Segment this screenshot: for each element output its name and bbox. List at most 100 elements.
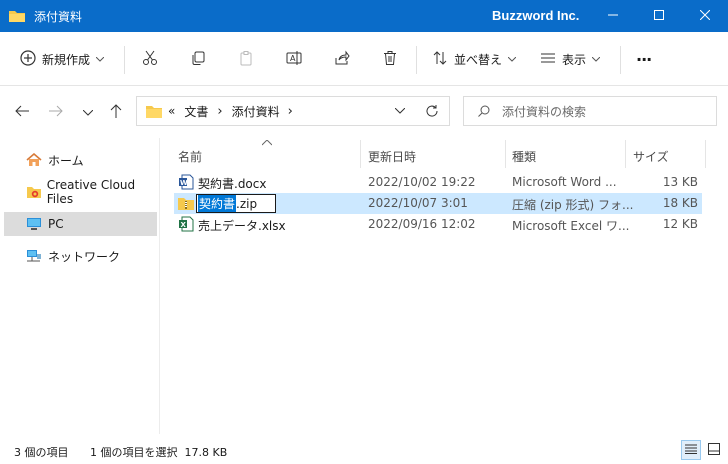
sidebar-item-creative-cloud[interactable]: Creative Cloud Files [4, 178, 157, 206]
minimize-button[interactable] [590, 0, 636, 32]
column-header-type[interactable]: 種類 [512, 142, 536, 170]
column-divider[interactable] [625, 140, 626, 168]
maximize-button[interactable] [636, 0, 682, 32]
toolbar-divider [416, 46, 417, 74]
sidebar-item-network[interactable]: ネットワーク [4, 244, 157, 268]
copy-button[interactable] [190, 44, 206, 74]
file-name: 契約書.docx [198, 177, 267, 191]
rename-extension-text: .zip [236, 196, 258, 211]
maximize-icon [654, 9, 664, 23]
file-size: 13 KB [662, 175, 698, 189]
file-type: 圧縮 (zip 形式) フォ... [512, 198, 634, 212]
home-icon [26, 152, 44, 168]
view-label: 表示 [562, 52, 587, 67]
column-label: 名前 [178, 149, 203, 164]
sort-button[interactable]: 並べ替え [432, 44, 518, 74]
search-input[interactable]: 添付資料の検索 [502, 103, 586, 120]
arrow-left-icon [15, 105, 29, 120]
details-view-button[interactable] [681, 440, 701, 460]
title-bar: 添付資料 Buzzword Inc. [0, 0, 728, 32]
sidebar-item-label: Creative Cloud Files [46, 178, 136, 206]
sort-indicator-icon [262, 140, 272, 146]
view-button[interactable]: 表示 [540, 44, 602, 74]
more-button[interactable]: ··· [636, 44, 652, 74]
word-file-icon: W [178, 174, 194, 190]
svg-text:X: X [181, 221, 187, 229]
new-button[interactable]: 新規作成 [20, 44, 106, 74]
recent-locations-button[interactable] [76, 100, 100, 124]
refresh-button[interactable] [425, 104, 439, 118]
zip-folder-icon [178, 195, 194, 211]
arrow-right-icon [49, 105, 63, 120]
plus-circle-icon [20, 49, 36, 69]
rename-icon: A [286, 50, 302, 69]
excel-file-icon: X [178, 216, 194, 232]
delete-button[interactable] [382, 44, 398, 74]
breadcrumb-overflow[interactable]: « [168, 104, 175, 118]
command-bar: 新規作成 A 並べ替え 表示 ··· [0, 32, 728, 86]
sidebar-item-pc[interactable]: PC [4, 212, 157, 236]
search-box[interactable]: 添付資料の検索 [463, 96, 717, 126]
paste-icon [238, 50, 254, 69]
file-modified: 2022/10/07 3:01 [368, 196, 468, 210]
address-bar[interactable]: « 文書 › 添付資料 › [136, 96, 450, 126]
chevron-down-icon [592, 54, 602, 64]
view-lines-icon [540, 50, 556, 69]
breadcrumb-item[interactable]: 文書 [184, 103, 208, 120]
column-header-size[interactable]: サイズ [633, 142, 669, 170]
column-divider[interactable] [505, 140, 506, 168]
chevron-down-icon [82, 105, 94, 119]
large-icons-view-icon [708, 442, 720, 458]
column-header-modified[interactable]: 更新日時 [368, 142, 416, 170]
share-button[interactable] [334, 44, 350, 74]
file-name: 売上データ.xlsx [198, 219, 286, 233]
sidebar-item-label: PC [48, 217, 64, 231]
network-icon [26, 248, 44, 264]
file-list: 名前 更新日時 種類 サイズ W 契約書.docx 2022/10/02 19:… [160, 138, 728, 434]
close-icon [699, 9, 711, 23]
brand-label: Buzzword Inc. [492, 8, 580, 23]
new-label: 新規作成 [42, 52, 91, 67]
status-bar: 3 個の項目 1 個の項目を選択 17.8 KB [0, 434, 728, 464]
table-row[interactable]: 契約書 .zip 2022/10/07 3:01 圧縮 (zip 形式) フォ..… [174, 193, 702, 214]
close-button[interactable] [682, 0, 728, 32]
large-icons-view-button[interactable] [704, 440, 724, 460]
sort-arrows-icon [432, 50, 448, 69]
toolbar-divider [620, 46, 621, 74]
up-button[interactable] [104, 100, 128, 124]
rename-selected-text: 契約書 [198, 195, 237, 212]
file-modified: 2022/09/16 12:02 [368, 217, 476, 231]
column-header-name[interactable]: 名前 [178, 142, 202, 170]
breadcrumb-item[interactable]: 添付資料 [232, 103, 280, 120]
breadcrumb-separator[interactable]: › [288, 104, 293, 119]
file-size: 12 KB [662, 217, 698, 231]
folder-icon [146, 105, 162, 118]
table-row[interactable]: W 契約書.docx 2022/10/02 19:22 Microsoft Wo… [174, 172, 702, 193]
sidebar-item-home[interactable]: ホーム [4, 148, 157, 172]
column-divider[interactable] [360, 140, 361, 168]
minimize-icon [608, 9, 618, 23]
chevron-down-icon [508, 54, 518, 64]
navigation-pane: ホーム Creative Cloud Files PC ネットワーク [0, 138, 160, 434]
column-label: 種類 [512, 149, 537, 164]
pc-icon [26, 216, 44, 232]
sidebar-item-label: ネットワーク [48, 249, 121, 264]
search-icon [478, 105, 490, 117]
rename-button[interactable]: A [286, 44, 302, 74]
item-count: 3 個の項目 [14, 446, 69, 459]
chevron-down-icon [96, 54, 106, 64]
address-dropdown-button[interactable] [395, 108, 405, 114]
breadcrumb-separator[interactable]: › [217, 104, 222, 119]
column-divider[interactable] [705, 140, 706, 168]
back-button[interactable] [10, 100, 34, 124]
column-label: 更新日時 [368, 149, 417, 164]
forward-button[interactable] [44, 100, 68, 124]
table-row[interactable]: X 売上データ.xlsx 2022/09/16 12:02 Microsoft … [174, 214, 702, 235]
share-icon [334, 50, 350, 69]
rename-input[interactable]: 契約書 .zip [196, 194, 276, 213]
sidebar-item-label: ホーム [48, 153, 84, 168]
sort-label: 並べ替え [454, 52, 503, 67]
arrow-up-icon [110, 103, 122, 121]
cut-button[interactable] [142, 44, 158, 74]
paste-button[interactable] [238, 44, 254, 74]
